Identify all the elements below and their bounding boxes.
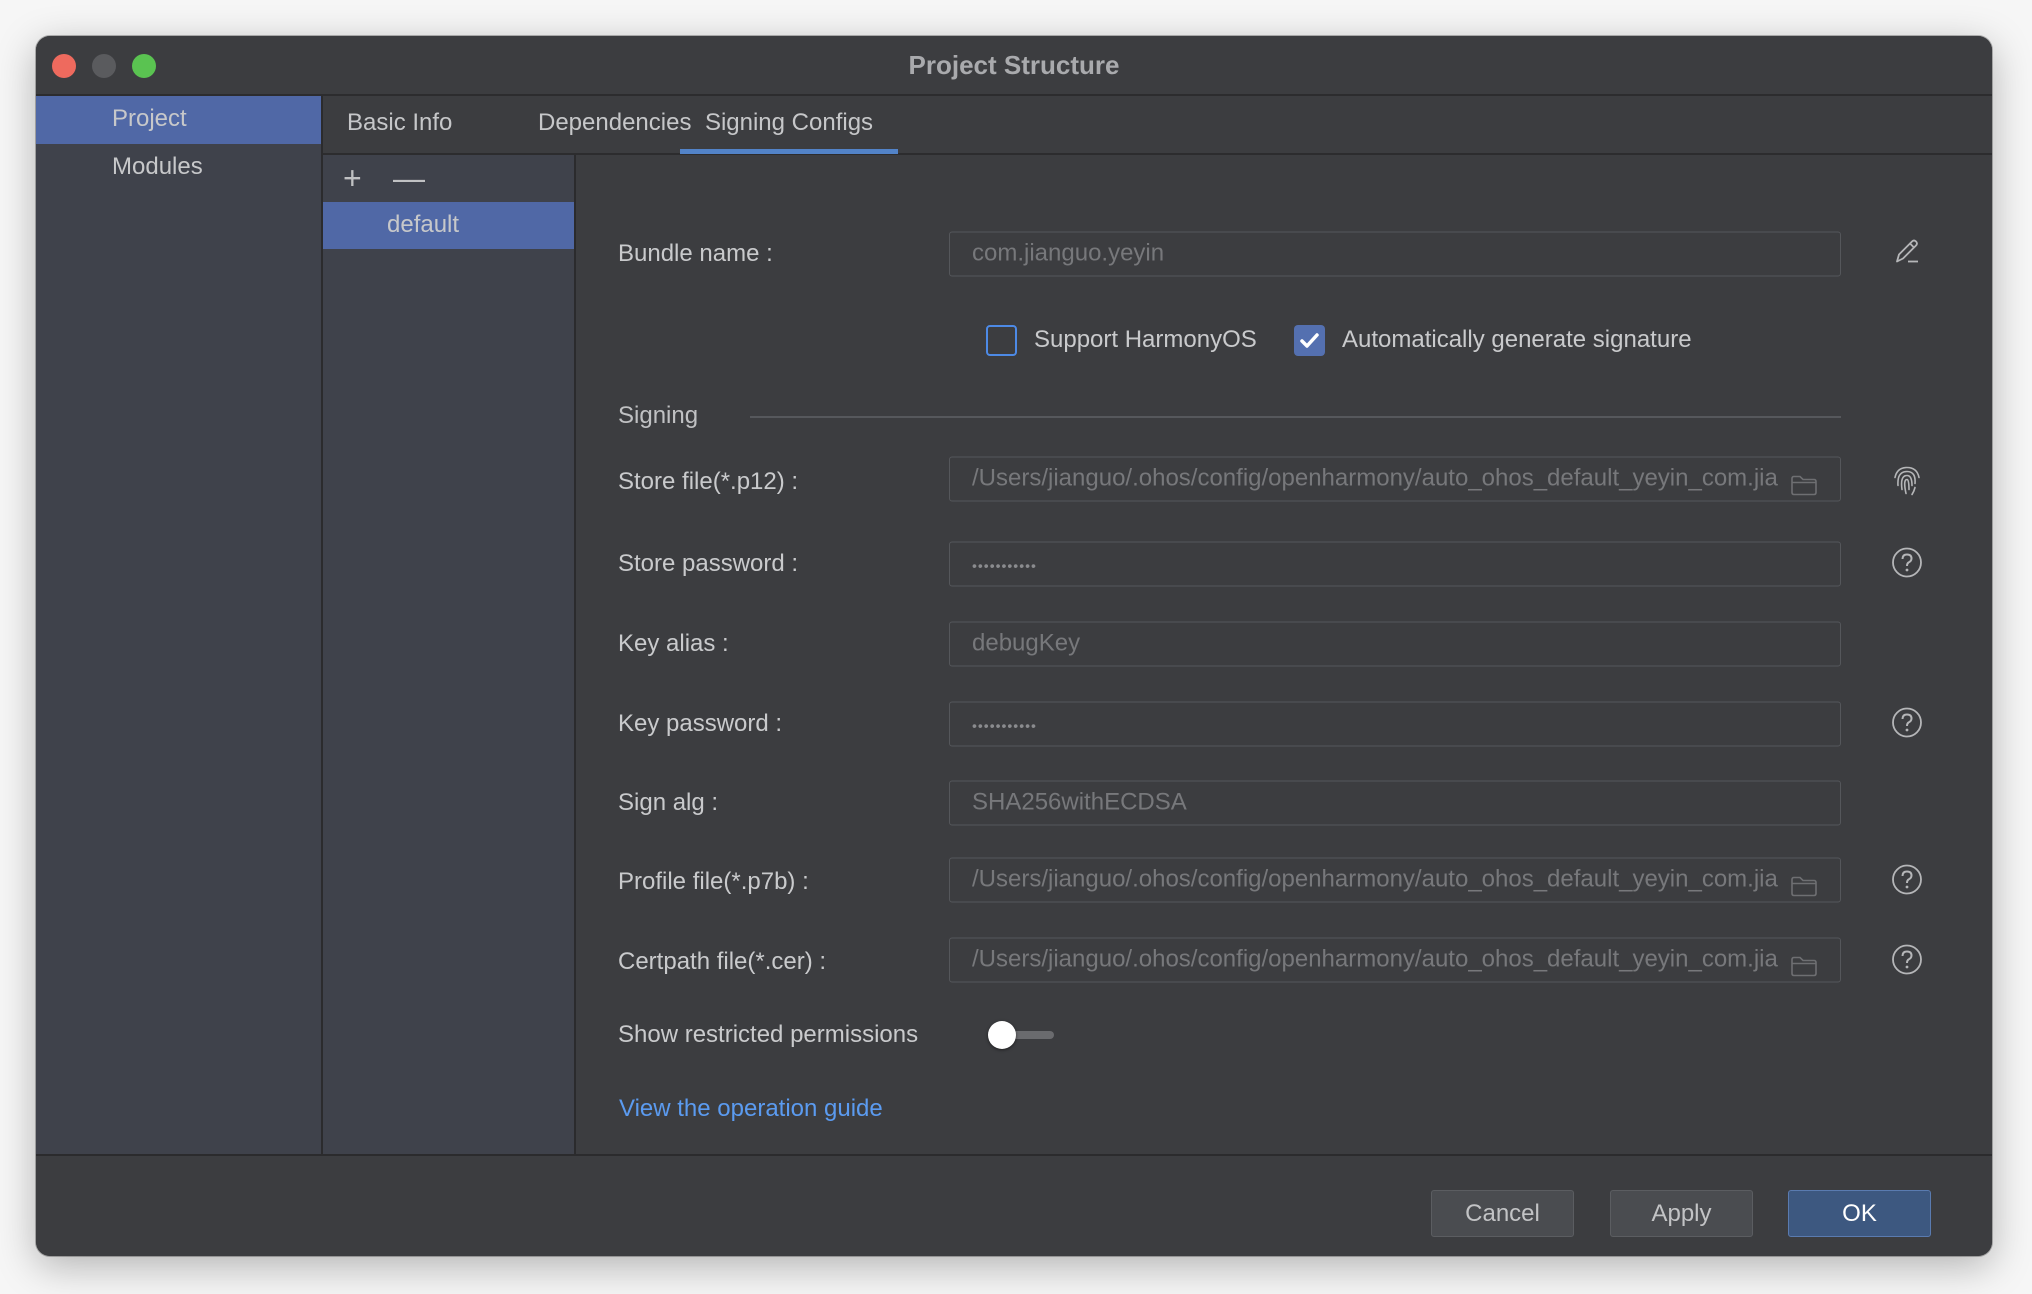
profile-file-label: Profile file(*.p7b) : xyxy=(618,868,809,895)
ok-button[interactable]: OK xyxy=(1788,1190,1931,1237)
apply-button[interactable]: Apply xyxy=(1610,1190,1753,1237)
sign-alg-value: SHA256withECDSA xyxy=(972,788,1187,816)
store-file-label: Store file(*.p12) : xyxy=(618,468,799,495)
config-item-default[interactable]: default xyxy=(323,202,574,249)
key-alias-value: debugKey xyxy=(972,629,1081,657)
store-password-value: ••••••••••• xyxy=(972,557,1037,574)
signing-section-title: Signing xyxy=(618,402,699,429)
auto-generate-signature-checkbox[interactable] xyxy=(1294,325,1325,356)
key-alias-field[interactable]: debugKey xyxy=(949,621,1841,667)
signing-form: Bundle name : com.jianguo.yeyin Support … xyxy=(576,155,1992,1156)
cancel-button[interactable]: Cancel xyxy=(1431,1190,1574,1237)
title-bar: Project Structure xyxy=(36,36,1992,96)
tab-basic-info[interactable]: Basic Info xyxy=(347,96,452,153)
section-divider xyxy=(750,416,1841,418)
tab-bar: Basic Info Dependencies Signing Configs xyxy=(323,96,1992,155)
minus-icon[interactable]: — xyxy=(393,162,425,194)
help-icon[interactable] xyxy=(1891,944,1923,981)
certpath-file-value: /Users/jianguo/.ohos/config/openharmony/… xyxy=(972,945,1778,973)
toggle-knob xyxy=(988,1021,1016,1049)
support-harmonyos-checkbox[interactable] xyxy=(986,325,1017,356)
key-alias-label: Key alias : xyxy=(618,630,729,657)
sidebar-item-modules[interactable]: Modules xyxy=(36,144,321,192)
help-icon[interactable] xyxy=(1891,864,1923,901)
key-password-label: Key password : xyxy=(618,710,783,737)
store-password-label: Store password : xyxy=(618,550,799,577)
pencil-icon[interactable] xyxy=(1892,237,1922,272)
certpath-file-field[interactable]: /Users/jianguo/.ohos/config/openharmony/… xyxy=(949,937,1841,983)
sidebar-item-project[interactable]: Project xyxy=(36,96,321,144)
sidebar: Project Modules xyxy=(36,96,323,1156)
operation-guide-link[interactable]: View the operation guide xyxy=(619,1095,883,1123)
fingerprint-icon[interactable] xyxy=(1891,464,1923,503)
certpath-file-label: Certpath file(*.cer) : xyxy=(618,948,827,975)
signing-config-list: + — default xyxy=(323,155,576,1156)
help-icon[interactable] xyxy=(1891,707,1923,744)
bundle-name-label: Bundle name : xyxy=(618,240,773,267)
support-harmonyos-label: Support HarmonyOS xyxy=(1034,326,1257,353)
key-password-value: ••••••••••• xyxy=(972,717,1037,734)
folder-icon[interactable] xyxy=(1790,469,1818,501)
profile-file-value: /Users/jianguo/.ohos/config/openharmony/… xyxy=(972,865,1778,893)
key-password-field[interactable]: ••••••••••• xyxy=(949,701,1841,747)
tab-dependencies[interactable]: Dependencies xyxy=(538,96,691,153)
show-restricted-permissions-toggle[interactable] xyxy=(988,1020,1054,1050)
checkmark-icon xyxy=(1300,333,1319,348)
folder-icon[interactable] xyxy=(1790,950,1818,982)
window-title: Project Structure xyxy=(908,50,1120,80)
project-structure-dialog: Project Structure Project Modules Basic … xyxy=(36,36,1992,1256)
sign-alg-field[interactable]: SHA256withECDSA xyxy=(949,780,1841,826)
profile-file-field[interactable]: /Users/jianguo/.ohos/config/openharmony/… xyxy=(949,857,1841,903)
tab-signing-configs[interactable]: Signing Configs xyxy=(680,96,898,154)
store-file-field[interactable]: /Users/jianguo/.ohos/config/openharmony/… xyxy=(949,456,1841,502)
plus-icon[interactable]: + xyxy=(343,162,362,194)
store-password-field[interactable]: ••••••••••• xyxy=(949,541,1841,587)
bundle-name-field[interactable]: com.jianguo.yeyin xyxy=(949,231,1841,277)
list-toolbar: + — xyxy=(323,155,574,202)
folder-icon[interactable] xyxy=(1790,870,1818,902)
sign-alg-label: Sign alg : xyxy=(618,789,719,816)
bundle-name-value: com.jianguo.yeyin xyxy=(972,239,1165,267)
store-file-value: /Users/jianguo/.ohos/config/openharmony/… xyxy=(972,464,1778,492)
help-icon[interactable] xyxy=(1891,547,1923,584)
dialog-footer: Cancel Apply OK xyxy=(36,1154,1992,1256)
show-restricted-permissions-label: Show restricted permissions xyxy=(618,1021,919,1048)
auto-generate-signature-label: Automatically generate signature xyxy=(1342,326,1692,353)
